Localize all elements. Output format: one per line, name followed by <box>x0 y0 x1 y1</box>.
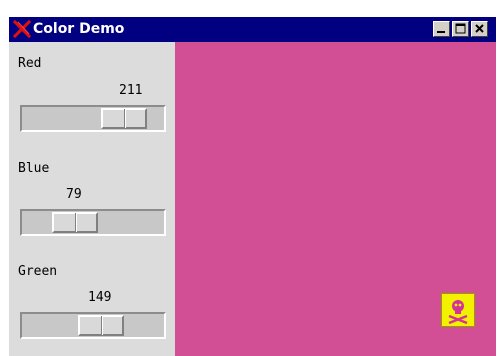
skull-badge[interactable] <box>441 293 475 327</box>
controls-panel: Red 211 Blue 79 Green 149 <box>9 42 175 356</box>
maximize-button[interactable] <box>452 21 469 37</box>
green-label: Green <box>18 264 58 279</box>
title-bar[interactable]: Color Demo <box>9 17 496 42</box>
blue-slider[interactable] <box>20 209 166 236</box>
close-button[interactable] <box>471 21 488 37</box>
blue-value: 79 <box>66 187 82 202</box>
red-slider[interactable] <box>20 105 166 132</box>
color-demo-window: Color Demo Red 211 Blue 79 Green 149 <box>9 17 496 356</box>
green-value: 149 <box>88 290 112 305</box>
red-label: Red <box>18 56 42 71</box>
blue-slider-thumb[interactable] <box>52 212 98 233</box>
close-icon <box>475 24 484 33</box>
skull-crossbones-icon <box>448 300 468 325</box>
minimize-icon <box>437 31 445 33</box>
green-slider-thumb[interactable] <box>78 315 124 336</box>
minimize-button[interactable] <box>433 21 450 37</box>
x-logo-icon[interactable] <box>13 20 31 38</box>
red-slider-thumb[interactable] <box>101 108 147 129</box>
maximize-icon <box>455 23 466 34</box>
red-value: 211 <box>119 83 143 98</box>
window-title: Color Demo <box>33 21 125 37</box>
green-slider[interactable] <box>20 312 166 339</box>
blue-label: Blue <box>18 161 50 176</box>
